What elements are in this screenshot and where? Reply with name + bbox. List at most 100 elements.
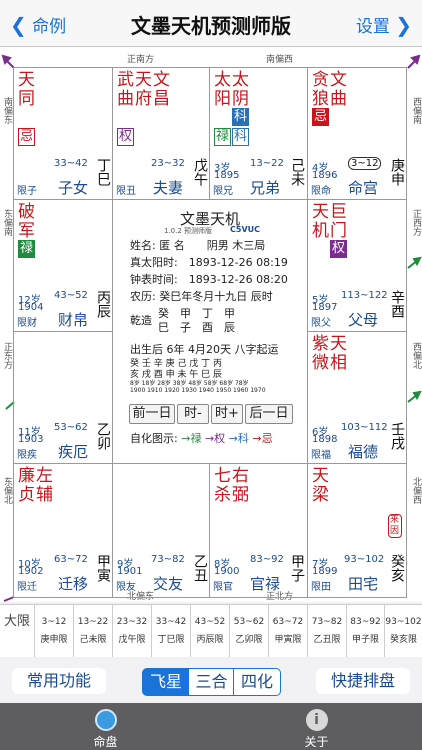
prev-day-button[interactable]: 前一日 — [129, 404, 175, 424]
daxian-cell[interactable]: 83~92 甲子限 — [346, 605, 384, 657]
palace-xian: 限友 — [116, 582, 136, 593]
palace-si[interactable]: 天同 忌 33~42 限子 子女 丁巳 — [13, 67, 113, 200]
palace-stem: 己未 — [289, 158, 305, 186]
tab-chart[interactable]: 命盘 — [0, 703, 211, 750]
settings-button[interactable]: 设置 ❯ — [356, 12, 412, 37]
palace-hai[interactable]: 天梁 来因 7岁 93~102 1899 限田 田宅 癸亥 — [307, 463, 407, 598]
palace-year: 1901 — [117, 566, 143, 577]
star-wenqu: 文曲 — [330, 70, 347, 109]
hour-minus-button[interactable]: 时- — [177, 404, 209, 424]
palace-stem: 乙丑 — [192, 554, 208, 582]
star-wuqu: 武曲 — [117, 70, 134, 109]
palace-year: 1902 — [18, 566, 44, 577]
star-tianxiang: 天相 — [330, 334, 347, 373]
palace-xian: 限父 — [311, 318, 331, 329]
daxian-cell[interactable]: 33~42 丁巳限 — [151, 605, 190, 657]
luck-years: 1900 1910 1920 1930 1940 1950 1960 1970 — [130, 387, 266, 394]
luck-line: 出生后 6年 4月20天 八字起运 — [130, 343, 279, 356]
palace-range: 43~52 — [54, 290, 88, 301]
mutagen-lu: 禄 — [18, 240, 36, 258]
tab-about[interactable]: i 关于 — [211, 703, 422, 750]
palace-chou[interactable]: 9岁 73~82 1901 限友 交友 乙丑 — [112, 463, 210, 598]
daxian-cell[interactable]: 53~62 乙卯限 — [229, 605, 268, 657]
palace-shen[interactable]: 贪狼 文曲 忌 4岁 3~12 1896 限命 命宫 庚申 — [307, 67, 407, 200]
mutagen-ji: 忌 — [18, 128, 36, 146]
palace-range: 13~22 — [250, 158, 284, 169]
palace-name: 迁移 — [58, 575, 89, 593]
palace-range: 93~102 — [344, 554, 385, 565]
palace-year: 1904 — [18, 302, 44, 313]
palace-range: 63~72 — [54, 554, 88, 565]
palace-range: 113~122 — [341, 290, 388, 301]
palace-name: 官禄 — [250, 575, 281, 593]
palace-name: 父母 — [348, 311, 379, 329]
palace-name: 福德 — [348, 443, 379, 461]
daxian-cell[interactable]: 43~52 丙辰限 — [190, 605, 229, 657]
info-icon: i — [305, 709, 328, 731]
palace-name: 子女 — [58, 179, 89, 197]
legend-lu: 禄 — [190, 432, 202, 445]
palace-wei[interactable]: 太阳 太阴 科 禄 科 3岁 13~22 1895 限兄 兄弟 己未 — [209, 67, 308, 200]
daxian-cell[interactable]: 3~12 庚申限 — [34, 605, 73, 657]
palace-you[interactable]: 天机 巨门 权 5岁 113~122 1897 限父 父母 辛酉 — [307, 199, 407, 332]
palace-year: 1900 — [214, 566, 240, 577]
star-pojun: 破军 — [18, 202, 35, 241]
palace-range: 23~32 — [151, 158, 185, 169]
palace-range: 33~42 — [54, 158, 88, 169]
palace-zi[interactable]: 七杀 右弼 8岁 83~92 1900 限官 官禄 甲子 — [209, 463, 308, 598]
legend-quan: 权 — [214, 432, 226, 445]
daxian-cell[interactable]: 93~102 癸亥限 — [384, 605, 422, 657]
palace-range: 53~62 — [54, 422, 88, 433]
star-tianfu: 天府 — [135, 70, 152, 109]
palace-mao[interactable]: 11岁 53~62 1903 限疾 疾厄 乙卯 — [13, 331, 113, 464]
seg-sihua[interactable]: 四化 — [233, 668, 281, 696]
palace-year: 1899 — [312, 566, 338, 577]
seg-feixing[interactable]: 飞星 — [142, 668, 190, 696]
palace-range: 83~92 — [250, 554, 284, 565]
hour-plus-button[interactable]: 时+ — [211, 404, 243, 424]
toolbar: 常用功能 飞星 三合 四化 快捷排盘 — [0, 657, 422, 703]
chart-disc-icon — [94, 709, 117, 731]
palace-name: 财帛 — [58, 311, 89, 329]
palace-name: 疾厄 — [58, 443, 89, 461]
mutagen-ke: 科 — [232, 128, 250, 146]
tab-bar: 命盘 i 关于 — [0, 703, 422, 750]
star-zuofu: 左辅 — [36, 466, 53, 505]
palace-name: 兄弟 — [250, 179, 281, 197]
common-functions-button[interactable]: 常用功能 — [12, 668, 106, 694]
bazi-branches: 巳 子 酉 辰 — [158, 321, 235, 334]
palace-xu[interactable]: 紫微 天相 6岁 103~112 1898 限福 福德 壬戌 — [307, 331, 407, 464]
palace-stem: 癸亥 — [389, 554, 405, 582]
mutagen-ke: 科 — [232, 108, 250, 126]
palace-yin[interactable]: 廉贞 左辅 10岁 63~72 1902 限迁 迁移 甲寅 — [13, 463, 113, 598]
palace-year: 1895 — [214, 170, 240, 181]
palace-stem: 戊午 — [192, 158, 208, 186]
name-line: 姓名: 匿 名 阴男 木三局 — [130, 239, 266, 252]
seg-sanhe[interactable]: 三合 — [188, 668, 235, 696]
palace-name: 交友 — [153, 575, 184, 593]
daxian-row: 大限 3~12 庚申限 13~22 己未限 23~32 戊午限 33~42 丁巳限 43… — [0, 604, 422, 658]
palace-xian: 限官 — [213, 582, 233, 593]
star-tanlang: 贪狼 — [312, 70, 329, 109]
center-panel: 文墨天机 1.0.2 预测师版 C5VUC 姓名: 匿 名 阴男 木三局 真太阳… — [112, 199, 308, 464]
star-ziwei: 紫微 — [312, 334, 329, 373]
palace-xian: 限丑 — [116, 186, 136, 197]
palace-chen[interactable]: 破军 禄 12岁 43~52 1904 限财 财帛 丙辰 — [13, 199, 113, 332]
next-day-button[interactable]: 后一日 — [245, 404, 293, 424]
daxian-cell[interactable]: 13~22 己未限 — [73, 605, 112, 657]
palace-xian: 限兄 — [213, 186, 233, 197]
star-lianzhen: 廉贞 — [18, 466, 35, 505]
daxian-cell[interactable]: 63~72 甲寅限 — [268, 605, 307, 657]
quick-chart-button[interactable]: 快捷排盘 — [316, 668, 410, 694]
palace-xian: 限子 — [17, 186, 37, 197]
palace-xian: 限福 — [311, 450, 331, 461]
star-taiyang: 太阳 — [214, 70, 231, 109]
daxian-cell[interactable]: 73~82 乙丑限 — [307, 605, 346, 657]
palace-wu[interactable]: 武曲 天府 文昌 权 23~32 限丑 夫妻 戊午 — [112, 67, 210, 200]
daxian-cell[interactable]: 23~32 戊午限 — [112, 605, 151, 657]
solar-time-line: 真太阳时: 1893-12-26 08:19 — [130, 256, 288, 269]
star-qisha: 七杀 — [214, 466, 231, 505]
self-transform-legend: 自化图示: →禄 →权 →科 →忌 — [130, 432, 273, 445]
palace-stem: 丁巳 — [95, 158, 111, 186]
palace-xian: 限田 — [311, 582, 331, 593]
